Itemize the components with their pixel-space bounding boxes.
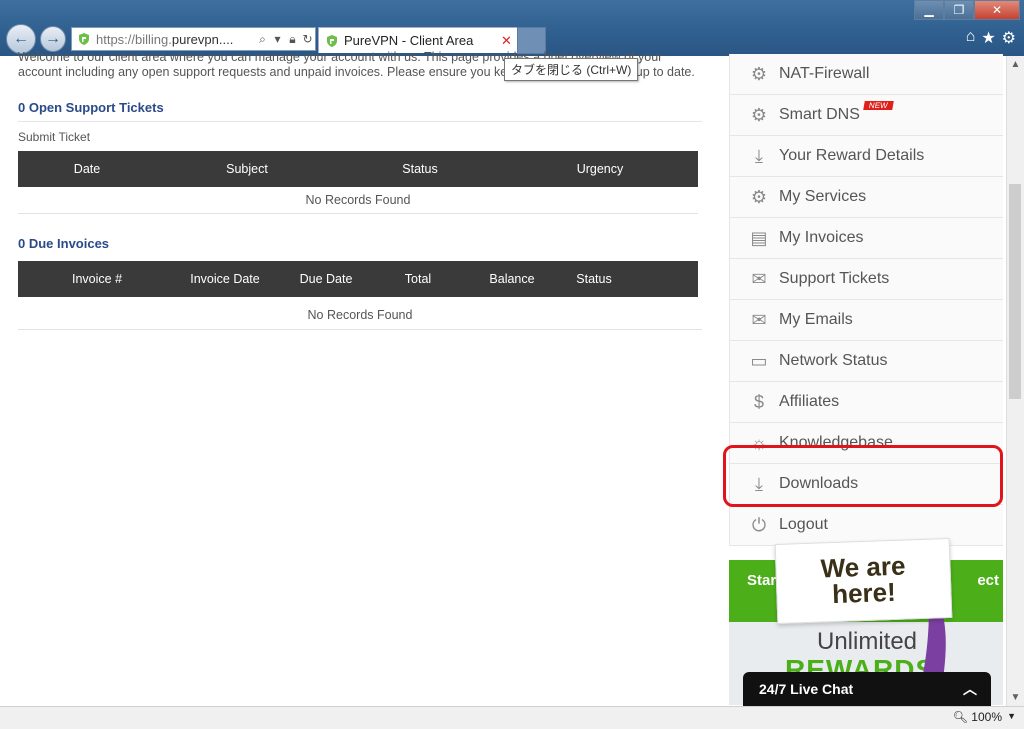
close-window-button[interactable]: ✕ — [974, 0, 1020, 20]
forward-arrow-icon: → — [45, 30, 61, 47]
column-header[interactable]: Invoice # — [18, 272, 176, 286]
main-content: Welcome to our client area where you can… — [18, 50, 702, 330]
minimize-button[interactable]: ▁ — [914, 0, 944, 20]
vertical-scrollbar[interactable]: ▲ ▼ — [1006, 56, 1024, 706]
purevpn-shield-icon — [327, 34, 337, 47]
invoices-empty-row: No Records Found — [18, 297, 702, 330]
invoice-icon: ▤ — [750, 227, 768, 248]
column-header[interactable]: Urgency — [502, 162, 698, 176]
downloads-highlight-box — [723, 445, 1003, 507]
favorites-star-icon[interactable]: ★ — [981, 28, 995, 48]
sidebar-item-logout[interactable]: ⏻ Logout — [729, 505, 1003, 546]
column-header[interactable]: Invoice Date — [176, 272, 274, 286]
close-tab-icon[interactable]: ✕ — [501, 33, 517, 49]
sidebar-item-label: My Services — [779, 188, 867, 205]
monitor-icon: ▭ — [750, 350, 768, 371]
lock-icon[interactable]: 🔒︎ — [285, 32, 300, 47]
open-tickets-heading[interactable]: 0 Open Support Tickets — [18, 100, 702, 115]
close-tab-tooltip: タブを閉じる (Ctrl+W) — [504, 58, 639, 81]
power-icon: ⏻ — [751, 514, 767, 535]
promo-text-left: Star — [747, 572, 777, 589]
sidebar-item-label: Support Tickets — [779, 270, 890, 287]
settings-gear-icon[interactable]: ⚙ — [1002, 28, 1016, 48]
tickets-table-header: Date Subject Status Urgency — [18, 151, 698, 187]
home-icon[interactable]: ⌂ — [966, 28, 976, 48]
maximize-button[interactable]: ❐ — [944, 0, 974, 20]
gears-icon: ⚙ — [750, 63, 768, 84]
tab-title: PureVPN - Client Area — [344, 33, 474, 48]
sidebar-item-label: Network Status — [779, 352, 888, 369]
submit-ticket-link[interactable]: Submit Ticket — [18, 130, 702, 144]
sidebar-item-nat-firewall[interactable]: ⚙ NAT-Firewall — [729, 54, 1003, 95]
search-icon[interactable]: ⌕ — [255, 32, 270, 47]
url-text: https://billing.purevpn.... — [96, 31, 234, 47]
envelope-icon: ✉ — [751, 268, 767, 289]
sidebar-item-label: My Invoices — [779, 229, 864, 246]
download-icon: ⤓ — [755, 145, 763, 166]
sidebar-item-smart-dns[interactable]: ⚙ Smart DNS NEW — [729, 95, 1003, 136]
column-header[interactable]: Date — [18, 162, 156, 176]
column-header[interactable]: Status — [566, 272, 622, 286]
sidebar-item-label: Logout — [779, 516, 828, 533]
invoices-table-header: Invoice # Invoice Date Due Date Total Ba… — [18, 261, 698, 297]
sidebar-item-label: Your Reward Details — [779, 147, 925, 164]
sidebar-item-label: Smart DNS — [779, 106, 860, 123]
zoom-level[interactable]: 🔍︎ 100% — [953, 710, 1002, 724]
refresh-icon[interactable]: ↻ — [300, 32, 315, 46]
column-header[interactable]: Balance — [458, 272, 566, 286]
live-chat-label: 24/7 Live Chat — [759, 681, 854, 697]
back-arrow-icon: ← — [13, 30, 29, 47]
sidebar-item-my-invoices[interactable]: ▤ My Invoices — [729, 218, 1003, 259]
sidebar-item-my-emails[interactable]: ✉ My Emails — [729, 300, 1003, 341]
dropdown-arrow-icon[interactable]: ▾ — [270, 32, 285, 46]
column-header[interactable]: Total — [378, 272, 458, 286]
address-bar[interactable]: https://billing.purevpn.... ⌕ ▾ 🔒︎ ↻ — [71, 27, 316, 51]
sidebar-item-affiliates[interactable]: $ Affiliates — [729, 382, 1003, 423]
column-header[interactable]: Status — [338, 162, 502, 176]
we-are-here-sign: We are here! — [774, 537, 953, 625]
browser-chrome: ▁ ❐ ✕ ← → https://billing.purevpn.... ⌕ … — [0, 0, 1024, 56]
purevpn-shield-icon — [79, 33, 89, 45]
status-bar: 🔍︎ 100% ▼ — [0, 706, 1024, 729]
tickets-empty-row: No Records Found — [18, 187, 698, 214]
scroll-up-arrow-icon[interactable]: ▲ — [1007, 56, 1024, 73]
divider — [18, 121, 702, 122]
live-chat-widget[interactable]: 24/7 Live Chat ︿ — [743, 672, 991, 706]
sidebar-item-network-status[interactable]: ▭ Network Status — [729, 341, 1003, 382]
gears-icon: ⚙ — [750, 186, 768, 207]
sidebar-item-support-tickets[interactable]: ✉ Support Tickets — [729, 259, 1003, 300]
promo-text-right: ect — [977, 572, 999, 589]
sidebar-item-reward-details[interactable]: ⤓ Your Reward Details — [729, 136, 1003, 177]
envelope-icon: ✉ — [751, 309, 767, 330]
zoom-dropdown-icon[interactable]: ▼ — [1007, 711, 1016, 721]
toolbar-icons: ⌂ ★ ⚙ — [966, 28, 1016, 48]
column-header[interactable]: Subject — [156, 162, 338, 176]
affiliate-icon: $ — [753, 391, 764, 412]
scroll-down-arrow-icon[interactable]: ▼ — [1007, 689, 1024, 706]
new-badge: NEW — [863, 100, 894, 110]
chevron-up-icon[interactable]: ︿ — [963, 679, 977, 699]
sign-line-2: here! — [831, 576, 897, 610]
scrollbar-thumb[interactable] — [1009, 184, 1021, 399]
sidebar-item-label: My Emails — [779, 311, 853, 328]
forward-button[interactable]: → — [40, 26, 66, 52]
column-header[interactable]: Due Date — [274, 272, 378, 286]
window-controls: ▁ ❐ ✕ — [914, 0, 1020, 20]
sidebar-item-my-services[interactable]: ⚙ My Services — [729, 177, 1003, 218]
sidebar-item-label: Affiliates — [779, 393, 840, 410]
gears-icon: ⚙ — [750, 104, 768, 125]
due-invoices-heading[interactable]: 0 Due Invoices — [18, 236, 702, 251]
sidebar-item-label: NAT-Firewall — [779, 65, 870, 82]
